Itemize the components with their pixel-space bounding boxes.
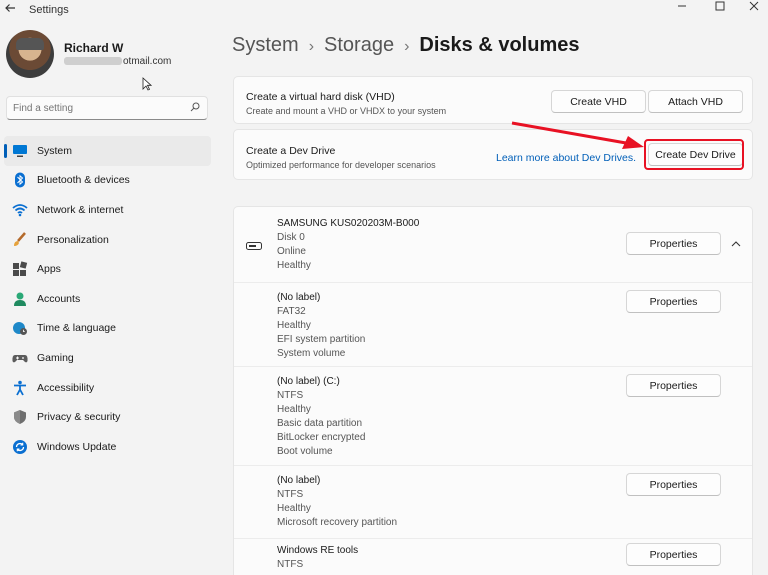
volume-row: Windows RE tools NTFS Properties	[234, 538, 752, 575]
sidebar-item-personalization[interactable]: Personalization	[4, 225, 211, 255]
learn-more-dev-drives-link[interactable]: Learn more about Dev Drives.	[496, 152, 636, 164]
sidebar-item-accounts[interactable]: Accounts	[4, 284, 211, 314]
mouse-cursor-icon	[142, 77, 152, 91]
volume-label: (No label)	[277, 292, 321, 303]
back-button[interactable]	[4, 2, 18, 18]
page-title: Disks & volumes	[419, 34, 580, 56]
back-arrow-icon	[5, 4, 15, 12]
search-box[interactable]	[6, 96, 208, 120]
volume-properties-button[interactable]: Properties	[626, 473, 721, 496]
volume-filesystem: FAT32	[277, 306, 306, 317]
volume-partition-type: EFI system partition	[277, 334, 366, 345]
volume-label: (No label) (C:)	[277, 376, 340, 387]
volume-label: (No label)	[277, 475, 321, 486]
search-icon	[190, 102, 200, 112]
avatar[interactable]	[6, 30, 54, 78]
bluetooth-icon	[15, 172, 25, 188]
volume-role: System volume	[277, 348, 346, 359]
volume-filesystem: NTFS	[277, 489, 304, 500]
close-icon	[749, 1, 759, 11]
volume-partition-type: Basic data partition	[277, 418, 363, 429]
volume-health: Healthy	[277, 503, 311, 514]
disk-properties-button[interactable]: Properties	[626, 232, 721, 255]
user-name: Richard W	[64, 41, 124, 55]
volume-filesystem: NTFS	[277, 390, 304, 401]
sidebar-item-windows-update[interactable]: Windows Update	[4, 432, 211, 462]
close-button[interactable]	[742, 0, 766, 14]
update-icon	[13, 439, 27, 454]
volume-filesystem: NTFS	[277, 559, 304, 570]
drive-icon	[246, 242, 262, 250]
maximize-icon	[715, 1, 725, 11]
accessibility-icon	[14, 380, 26, 395]
minimize-button[interactable]	[670, 0, 694, 14]
sidebar-item-privacy-security[interactable]: Privacy & security	[4, 402, 211, 432]
sidebar-item-network[interactable]: Network & internet	[4, 195, 211, 225]
disk-model: SAMSUNG KUS020203M-B000	[277, 218, 420, 229]
volume-row: (No label) FAT32 Healthy EFI system part…	[234, 282, 752, 367]
sidebar-nav: System Bluetooth & devices Network & int…	[4, 136, 211, 462]
disk-number: Disk 0	[277, 232, 305, 243]
volume-row: (No label) (C:) NTFS Healthy Basic data …	[234, 366, 752, 466]
vhd-title: Create a virtual hard disk (VHD)	[246, 91, 395, 103]
disk-panel: SAMSUNG KUS020203M-B000 Disk 0 Online He…	[233, 206, 753, 575]
attach-vhd-button[interactable]: Attach VHD	[648, 90, 743, 113]
app-title: Settings	[29, 4, 69, 16]
volume-properties-button[interactable]: Properties	[626, 374, 721, 397]
globe-clock-icon	[13, 322, 27, 336]
volume-role: Boot volume	[277, 446, 333, 457]
volume-properties-button[interactable]: Properties	[626, 290, 721, 313]
volume-properties-button[interactable]: Properties	[626, 543, 721, 566]
sidebar-item-time-language[interactable]: Time & language	[4, 314, 211, 344]
sidebar-item-apps[interactable]: Apps	[4, 254, 211, 284]
sidebar-item-gaming[interactable]: Gaming	[4, 343, 211, 373]
disk-health: Healthy	[277, 260, 311, 271]
dev-drive-subtitle: Optimized performance for developer scen…	[246, 160, 436, 170]
brush-icon	[14, 231, 26, 246]
apps-icon	[13, 261, 28, 277]
chevron-up-icon[interactable]	[731, 239, 741, 249]
volume-partition-type: Microsoft recovery partition	[277, 517, 398, 528]
shield-icon	[14, 410, 26, 425]
disk-status: Online	[277, 246, 306, 257]
minimize-icon	[678, 5, 686, 7]
breadcrumb-storage[interactable]: Storage	[324, 34, 394, 56]
breadcrumb: System › Storage › Disks & volumes	[232, 34, 579, 57]
person-icon	[14, 292, 26, 306]
title-bar: Settings	[0, 0, 768, 22]
sidebar-item-accessibility[interactable]: Accessibility	[4, 373, 211, 403]
vhd-subtitle: Create and mount a VHD or VHDX to your s…	[246, 106, 447, 116]
highlight-box	[644, 139, 744, 170]
breadcrumb-system[interactable]: System	[232, 34, 299, 56]
create-vhd-button[interactable]: Create VHD	[551, 90, 646, 113]
dev-drive-title: Create a Dev Drive	[246, 145, 336, 157]
chevron-right-icon: ›	[404, 38, 410, 55]
gamepad-icon	[12, 354, 28, 363]
disk-row: SAMSUNG KUS020203M-B000 Disk 0 Online He…	[234, 207, 752, 282]
annotation-arrow-icon	[511, 121, 644, 149]
monitor-icon	[13, 144, 27, 157]
volume-encryption: BitLocker encrypted	[277, 432, 366, 443]
search-input[interactable]	[13, 100, 183, 116]
chevron-right-icon: ›	[308, 38, 315, 55]
wifi-icon	[12, 204, 28, 217]
user-email: otmail.com	[64, 56, 171, 67]
email-redaction	[64, 57, 122, 66]
sidebar-item-bluetooth[interactable]: Bluetooth & devices	[4, 166, 211, 196]
volume-row: (No label) NTFS Healthy Microsoft recove…	[234, 465, 752, 539]
volume-label: Windows RE tools	[277, 545, 359, 556]
volume-health: Healthy	[277, 404, 311, 415]
volume-health: Healthy	[277, 320, 311, 331]
vhd-card: Create a virtual hard disk (VHD) Create …	[233, 76, 753, 124]
maximize-button[interactable]	[708, 0, 732, 14]
sidebar-item-system[interactable]: System	[4, 136, 211, 166]
